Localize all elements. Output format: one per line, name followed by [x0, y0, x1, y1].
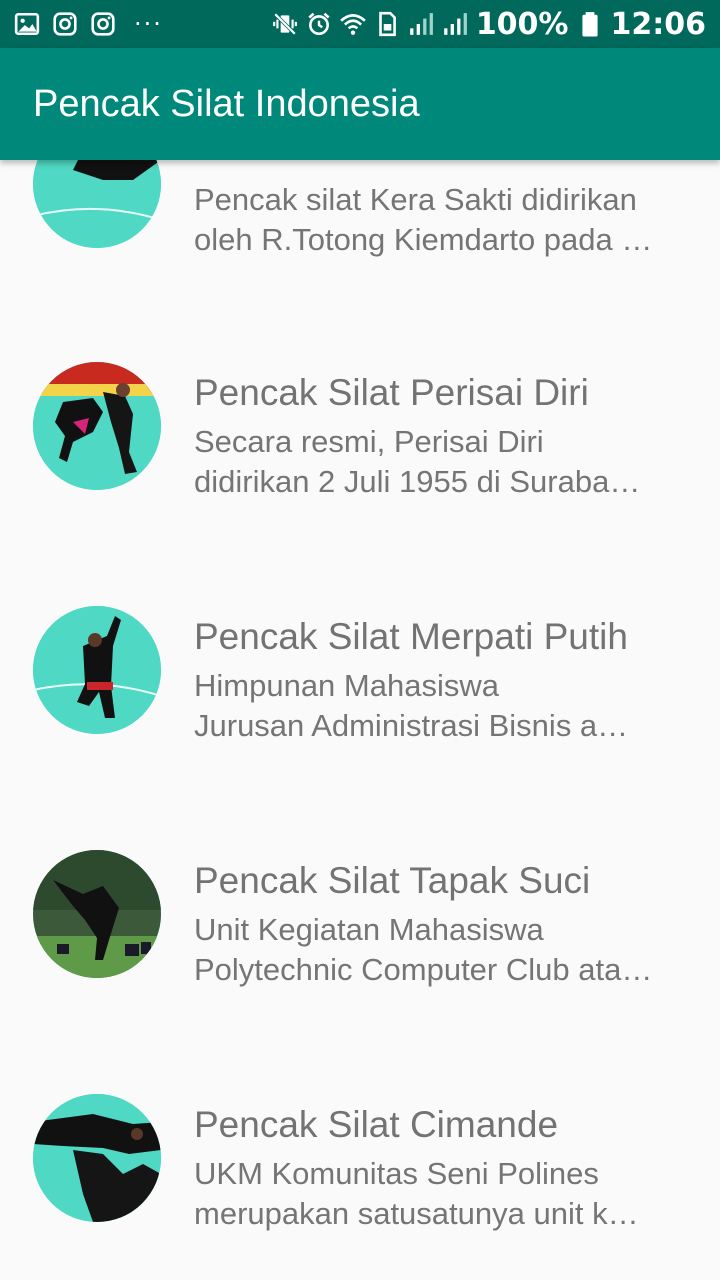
- app-title: Pencak Silat Indonesia: [33, 82, 420, 125]
- item-description: UKM Komunitas Seni Polines merupakan sat…: [194, 1154, 694, 1234]
- silat-list[interactable]: Pencak silat Kera Sakti didirikan oleh R…: [0, 160, 720, 1280]
- battery-icon: [577, 11, 603, 37]
- item-title: Pencak Silat Tapak Suci: [194, 860, 591, 901]
- list-item[interactable]: Pencak silat Kera Sakti didirikan oleh R…: [0, 160, 720, 257]
- item-title: Pencak Silat Merpati Putih: [194, 616, 628, 657]
- item-description-line: merupakan satusatunya unit k…: [194, 1196, 639, 1231]
- battery-percentage: 100%: [475, 6, 569, 42]
- instagram-icon: [52, 11, 78, 37]
- list-item[interactable]: Pencak Silat Perisai Diri Secara resmi, …: [0, 206, 720, 499]
- thumbnail-image: [33, 1094, 161, 1222]
- gallery-icon: [14, 11, 40, 37]
- wifi-icon: [340, 11, 366, 37]
- signal-icon: [408, 11, 434, 37]
- item-title: Pencak Silat Cimande: [194, 1104, 559, 1145]
- list-item[interactable]: Pencak Silat Merpati Putih Himpunan Maha…: [0, 450, 720, 743]
- clock: 12:06: [610, 6, 707, 42]
- item-description-line: UKM Komunitas Seni Polines: [194, 1156, 599, 1191]
- more-notifications-indicator: ···: [134, 10, 163, 38]
- list-item[interactable]: Pencak Silat Cimande UKM Komunitas Seni …: [0, 938, 720, 1231]
- signal-icon: [442, 11, 468, 37]
- instagram-icon: [90, 11, 116, 37]
- vibrate-mute-icon: [272, 11, 298, 37]
- status-bar: ··· 100% 12:06: [0, 0, 720, 48]
- item-title: Pencak Silat Perisai Diri: [194, 372, 589, 413]
- sim-icon: [374, 11, 400, 37]
- app-bar: Pencak Silat Indonesia: [0, 48, 720, 160]
- list-item[interactable]: Pencak Silat Tapak Suci Unit Kegiatan Ma…: [0, 694, 720, 987]
- alarm-icon: [306, 11, 332, 37]
